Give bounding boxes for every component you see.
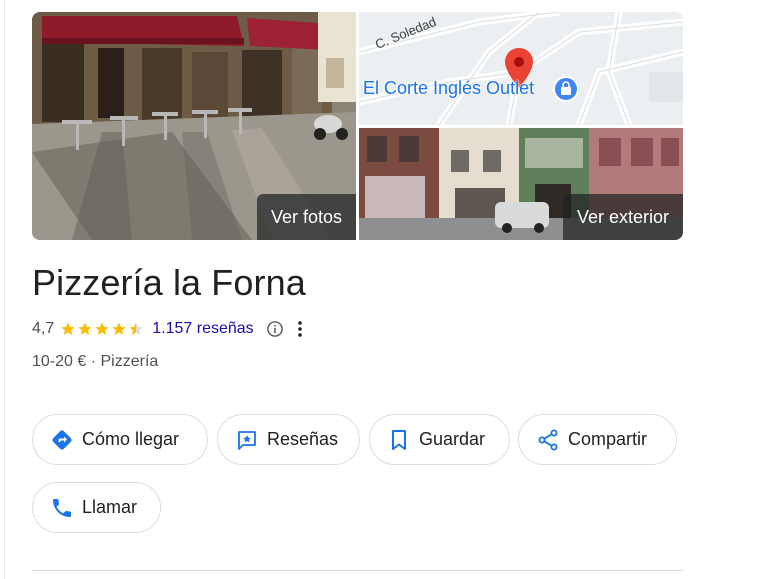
restaurant-photo[interactable]: Ver fotos [32,12,356,240]
star-icon [112,322,126,335]
shopping-bag-icon [553,76,579,102]
share-button[interactable]: Compartir [518,414,677,465]
reviews-label: Reseñas [267,429,339,449]
call-button[interactable]: Llamar [32,482,161,533]
reviews-link[interactable]: 1.157 reseñas [152,320,253,338]
star-icon [78,322,92,335]
price-category: 10-20 € · Pizzería [32,353,159,370]
street-view-photo[interactable]: Ver exterior [359,128,683,240]
section-divider [32,570,683,571]
directions-button[interactable]: Cómo llegar [32,414,208,465]
rating-row: 4,7 1.157 reseñas [32,318,304,340]
review-star-icon [238,430,256,450]
map-thumbnail[interactable]: C. Soledad El Corte Inglés Outlet [359,12,683,125]
photo-grid: Ver fotos C. Soledad El Corte Inglés Out… [32,12,683,240]
star-rating [60,321,144,337]
share-icon [538,429,558,450]
reviews-button[interactable]: Reseñas [217,414,360,465]
map-place-label: El Corte Inglés Outlet [363,78,535,98]
call-label: Llamar [82,497,138,517]
save-label: Guardar [419,429,486,449]
rating-value: 4,7 [32,320,55,337]
bookmark-icon [392,429,406,450]
place-title: Pizzería la Forna [32,262,306,303]
directions-label: Cómo llegar [82,429,180,449]
view-photos-button[interactable]: Ver fotos [256,194,356,240]
half-star-icon [129,322,143,335]
info-icon[interactable] [266,320,284,338]
view-exterior-button[interactable]: Ver exterior [562,194,683,240]
more-vert-icon[interactable] [296,320,304,338]
share-label: Compartir [568,429,648,449]
left-border [4,0,5,579]
directions-icon [52,429,72,450]
phone-icon [53,498,71,517]
star-icon [61,322,75,335]
star-icon [95,322,109,335]
save-button[interactable]: Guardar [369,414,510,465]
